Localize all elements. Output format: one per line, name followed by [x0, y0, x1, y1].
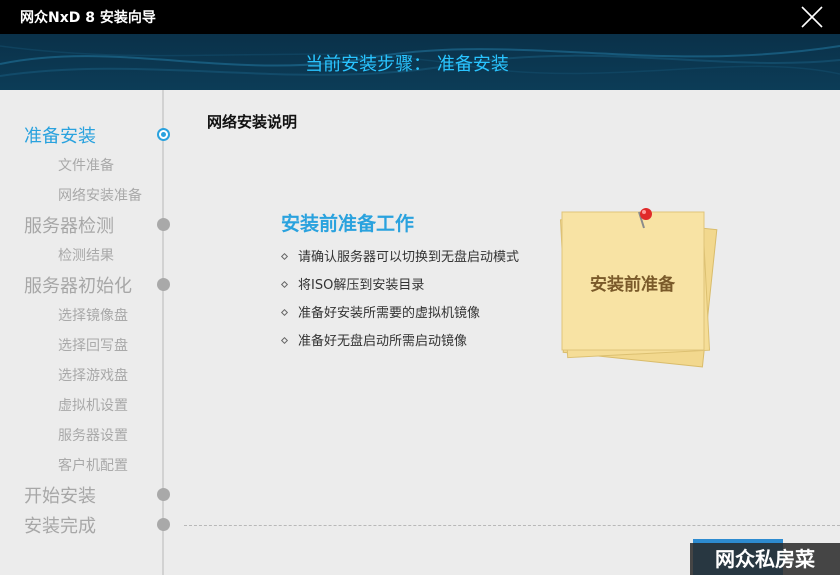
section-title: 网络安装说明: [207, 113, 298, 131]
step-install-complete: 安装完成: [0, 511, 170, 537]
substep-client-config: 客户机配置: [58, 458, 128, 474]
step-indicator: [157, 278, 170, 291]
watermark: 网众私房菜: [690, 543, 840, 575]
step-label: 准备安装: [24, 126, 96, 147]
step-active-indicator: [157, 128, 170, 141]
list-item: 将ISO解压到安装目录: [280, 274, 519, 302]
step-server-check: 服务器检测: [0, 211, 170, 237]
step-label: 服务器检测: [24, 216, 114, 237]
step-label: 安装完成: [24, 516, 96, 537]
step-label: 服务器初始化: [24, 276, 132, 297]
diamond-bullet-icon: [280, 280, 289, 289]
step-indicator: [157, 488, 170, 501]
close-icon[interactable]: [800, 5, 824, 29]
step-server-init: 服务器初始化: [0, 271, 170, 297]
substep-server-settings: 服务器设置: [58, 428, 128, 444]
note-label: 安装前准备: [590, 275, 675, 295]
step-start-install: 开始安装: [0, 481, 170, 507]
substep-image-disk: 选择镜像盘: [58, 308, 128, 324]
step-label: 开始安装: [24, 486, 96, 507]
substep-file-prepare: 文件准备: [58, 158, 114, 174]
diamond-bullet-icon: [280, 252, 289, 261]
substep-check-result: 检测结果: [58, 248, 114, 264]
footer-divider: [184, 525, 840, 526]
step-prepare: 准备安装: [0, 121, 170, 147]
list-item: 请确认服务器可以切换到无盘启动模式: [280, 246, 519, 274]
current-step-text: 当前安装步骤： 准备安装: [305, 54, 509, 75]
substep-writeback-disk: 选择回写盘: [58, 338, 128, 354]
prep-list: 请确认服务器可以切换到无盘启动模式 将ISO解压到安装目录 准备好安装所需要的虚…: [280, 246, 519, 358]
substep-game-disk: 选择游戏盘: [58, 368, 128, 384]
diamond-bullet-icon: [280, 308, 289, 317]
sticky-note-illustration: 安装前准备: [548, 200, 728, 370]
list-item: 准备好无盘启动所需启动镜像: [280, 330, 519, 358]
window-title: 网众NxD 8 安装向导: [20, 10, 156, 26]
substep-network-prepare: 网络安装准备: [58, 188, 142, 204]
step-banner: 当前安装步骤： 准备安装: [0, 34, 840, 90]
title-bar: 网众NxD 8 安装向导: [0, 0, 840, 34]
steps-sidebar: 准备安装 文件准备 网络安装准备 服务器检测 检测结果 服务器初始化 选择镜像盘…: [0, 90, 170, 575]
substep-vm-settings: 虚拟机设置: [58, 398, 128, 414]
diamond-bullet-icon: [280, 336, 289, 345]
step-indicator: [157, 218, 170, 231]
list-item: 准备好安装所需要的虚拟机镜像: [280, 302, 519, 330]
prep-heading: 安装前准备工作: [281, 213, 415, 235]
step-indicator: [157, 518, 170, 531]
